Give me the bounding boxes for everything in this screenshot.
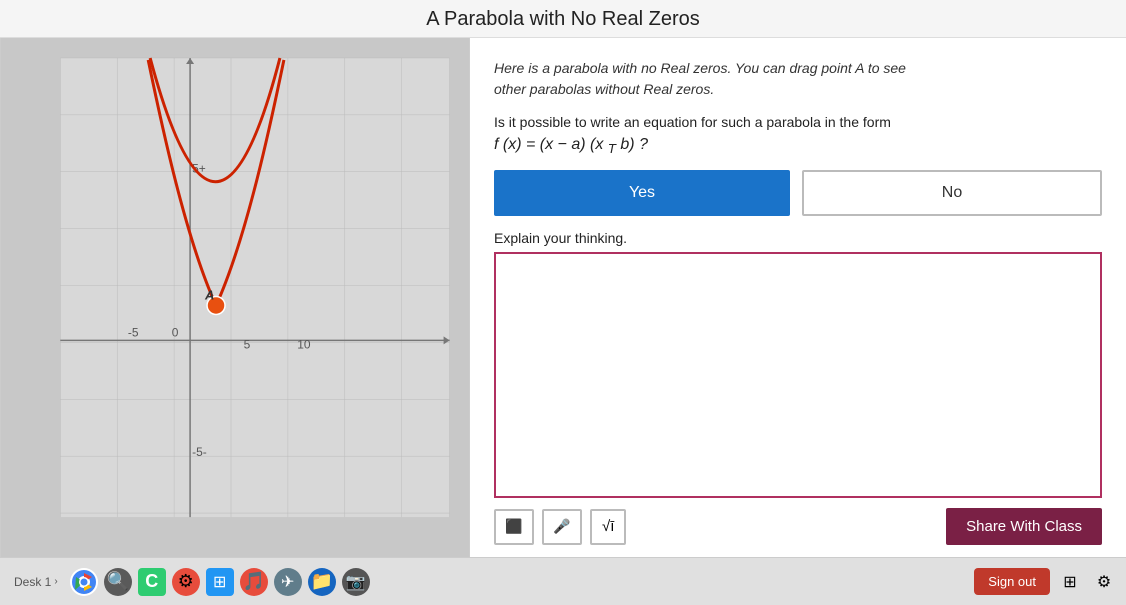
svg-text:10: 10	[297, 337, 311, 351]
main-content: 0 -5 5 10 5+ -5- A Here is a parabola wi…	[0, 38, 1126, 557]
desk-label[interactable]: Desk 1 ›	[8, 571, 64, 593]
settings-icon[interactable]: ⚙	[1090, 568, 1118, 596]
equation-display: f (x) = (x − a) (x T b) ?	[494, 136, 1102, 156]
svg-text:0: 0	[172, 325, 179, 339]
explanation-input[interactable]	[496, 254, 1100, 496]
windows-icon[interactable]: ⊞	[1056, 568, 1084, 596]
svg-text:-5-: -5-	[192, 445, 207, 459]
explain-label: Explain your thinking.	[494, 230, 1102, 246]
right-panel: Here is a parabola with no Real zeros. Y…	[470, 38, 1126, 557]
svg-text:-5: -5	[128, 325, 139, 339]
text-area-container[interactable]	[494, 252, 1102, 498]
chrome-icon[interactable]	[70, 568, 98, 596]
sqrt-tool-button[interactable]: √ī	[590, 509, 626, 545]
search-icon[interactable]: 🔍	[104, 568, 132, 596]
camera-icon[interactable]: 📷	[342, 568, 370, 596]
no-button[interactable]: No	[802, 170, 1102, 216]
taskbar: Desk 1 › 🔍 C ⚙ ⊞ 🎵 ✈ 📁	[0, 557, 1126, 605]
graph-panel: 0 -5 5 10 5+ -5- A	[0, 38, 470, 557]
share-with-class-button[interactable]: Share With Class	[946, 508, 1102, 545]
c-app-icon[interactable]: C	[138, 568, 166, 596]
svg-text:5: 5	[244, 337, 251, 351]
grid-icon[interactable]: ⊞	[206, 568, 234, 596]
toolbar-row: ⬛ 🎤 √ī Share With Class	[494, 508, 1102, 545]
graph-svg: 0 -5 5 10 5+ -5- A	[0, 38, 470, 557]
sqrt-label: √ī	[602, 518, 614, 535]
question-text: Is it possible to write an equation for …	[494, 114, 1102, 130]
desk-chevron-icon: ›	[54, 576, 57, 587]
answer-buttons: Yes No	[494, 170, 1102, 216]
wave-icon[interactable]: 🎵	[240, 568, 268, 596]
folder-icon[interactable]: 📁	[308, 568, 336, 596]
mic-tool-button[interactable]: 🎤	[542, 509, 582, 545]
plane-icon[interactable]: ✈	[274, 568, 302, 596]
description-text: Here is a parabola with no Real zeros. Y…	[494, 58, 1102, 100]
image-tool-button[interactable]: ⬛	[494, 509, 534, 545]
image-icon: ⬛	[505, 518, 522, 535]
mic-icon: 🎤	[553, 518, 570, 535]
svg-text:A: A	[204, 287, 214, 302]
sign-out-button[interactable]: Sign out	[974, 568, 1050, 595]
gear-icon[interactable]: ⚙	[172, 568, 200, 596]
yes-button[interactable]: Yes	[494, 170, 790, 216]
page-title: A Parabola with No Real Zeros	[0, 0, 1126, 38]
